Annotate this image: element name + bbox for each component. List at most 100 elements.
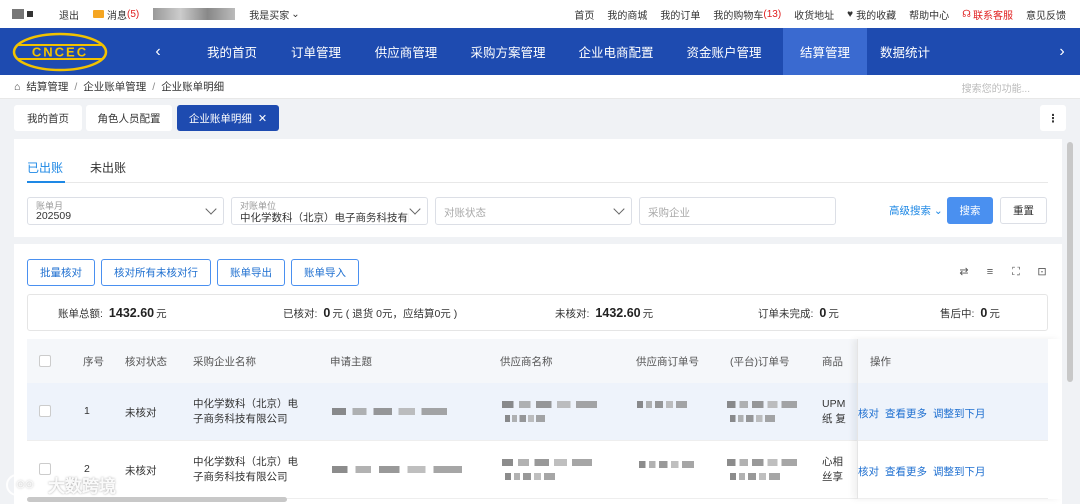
subtab-active-indicator — [27, 181, 65, 183]
nav-item-suppliers[interactable]: 供应商管理 — [361, 28, 451, 75]
home-icon[interactable]: ⌂ — [14, 81, 20, 93]
summary-aftersale-value: 0 — [980, 306, 988, 320]
close-icon[interactable]: ✕ — [258, 112, 267, 125]
summary-incomplete-unit: 元 — [828, 308, 839, 320]
feedback-link[interactable]: 意见反馈 — [1026, 7, 1066, 22]
mail-icon — [93, 10, 104, 18]
nav-item-settlement[interactable]: 结算管理 — [783, 28, 867, 75]
filter-panel: 已出账 未出账 账单月 202509 对账单位 中化学数科（北京）电子商务科技有… — [14, 139, 1062, 237]
row-status: 未核对 — [125, 407, 157, 419]
masked-company-name — [153, 8, 236, 20]
buyer-placeholder: 采购企业 — [648, 207, 690, 219]
summary-unchecked: 未核对: 1432.60 元 — [555, 306, 653, 321]
watermark: ◎◎ 大数跨境 — [6, 472, 116, 497]
advanced-search-link[interactable]: 高级搜索 ⌄ — [889, 203, 943, 218]
scrollbar-thumb[interactable] — [1067, 142, 1073, 382]
masked-platform-order — [727, 459, 797, 466]
function-search-input[interactable]: 搜索您的功能... — [962, 80, 1030, 95]
logout-link[interactable]: 退出 — [59, 7, 79, 22]
favorites-link[interactable]: ♥ 我的收藏 — [847, 7, 896, 22]
status-select[interactable]: 对账状态 — [435, 197, 632, 225]
breadcrumb-item[interactable]: 企业账单管理 — [83, 79, 146, 94]
breadcrumb-item[interactable]: 结算管理 — [26, 79, 68, 94]
tab-home[interactable]: 我的首页 — [14, 105, 82, 131]
actions-column: 核对 查看更多 调整到下月 核对 查看更多 调整到下月 — [857, 339, 1062, 499]
logo-text: CNCEC — [32, 45, 88, 60]
messages-link[interactable]: 消息 (5) — [93, 7, 139, 22]
subtab-unbilled[interactable]: 未出账 — [90, 159, 126, 176]
my-orders-link[interactable]: 我的订单 — [660, 7, 700, 22]
check-all-unchecked-button[interactable]: 核对所有未核对行 — [101, 259, 211, 286]
subtab-billed[interactable]: 已出账 — [27, 159, 63, 176]
messages-label: 消息 — [107, 10, 127, 22]
column-header-product: 商品 — [822, 356, 843, 368]
row-index: 1 — [84, 405, 90, 417]
row-checkbox[interactable] — [39, 405, 51, 417]
cncec-logo[interactable]: CNCEC — [12, 32, 108, 72]
density-icon[interactable]: ⇄ — [958, 266, 970, 278]
summary-total-unit: 元 — [156, 308, 167, 320]
headset-icon: ☊ — [962, 8, 971, 20]
buyer-input[interactable]: 采购企业 — [639, 197, 836, 225]
breadcrumb-separator: / — [152, 80, 156, 93]
tab-role-config[interactable]: 角色人员配置 — [86, 105, 172, 131]
column-header-buyer: 采购企业名称 — [193, 356, 256, 368]
export-bill-button[interactable]: 账单导出 — [217, 259, 285, 286]
bill-month-select[interactable]: 账单月 202509 — [27, 197, 224, 225]
import-bill-button[interactable]: 账单导入 — [291, 259, 359, 286]
chevron-down-icon — [613, 203, 625, 215]
support-link[interactable]: ☊ 联系客服 — [962, 7, 1013, 22]
move-next-month-link[interactable]: 调整到下月 — [933, 464, 986, 479]
summary-unchecked-unit: 元 — [642, 308, 654, 320]
buyer-role-dropdown[interactable]: 我是买家 ⌄ — [249, 7, 299, 22]
tab-bill-detail[interactable]: 企业账单明细 ✕ — [177, 105, 279, 131]
batch-check-button[interactable]: 批量核对 — [27, 259, 95, 286]
nav-item-orders[interactable]: 订单管理 — [278, 28, 354, 75]
summary-incomplete-value: 0 — [819, 306, 827, 320]
chevron-down-icon — [205, 203, 217, 215]
masked-subject — [332, 408, 447, 415]
horizontal-scrollbar[interactable] — [27, 497, 287, 502]
nav-item-statistics[interactable]: 数据统计 — [867, 28, 943, 75]
masked-platform-order — [727, 401, 797, 408]
more-options-icon[interactable]: ⋮ — [1040, 105, 1066, 131]
reset-button[interactable]: 重置 — [1000, 197, 1047, 224]
masked-supplier — [505, 473, 555, 480]
check-link[interactable]: 核对 — [858, 406, 879, 421]
column-settings-icon[interactable]: ≡ — [984, 266, 996, 278]
view-more-link[interactable]: 查看更多 — [885, 464, 927, 479]
unit-select[interactable]: 对账单位 中化学数科（北京）电子商务科技有限公司 — [231, 197, 428, 225]
nav-item-ecommerce[interactable]: 企业电商配置 — [566, 28, 666, 75]
check-link[interactable]: 核对 — [858, 464, 879, 479]
nav-item-procurement[interactable]: 采购方案管理 — [458, 28, 558, 75]
move-next-month-link[interactable]: 调整到下月 — [933, 406, 986, 421]
row-product: UPM 纸 复 — [822, 398, 846, 425]
support-label: 联系客服 — [973, 10, 1013, 22]
nav-item-funds[interactable]: 资金账户管理 — [674, 28, 774, 75]
column-header-supplier: 供应商名称 — [500, 356, 553, 368]
nav-prev-icon[interactable]: ‹ — [148, 28, 168, 75]
favorites-label: 我的收藏 — [856, 10, 897, 22]
select-all-checkbox[interactable] — [39, 355, 51, 367]
masked-supplier — [502, 459, 592, 466]
nav-item-home[interactable]: 我的首页 — [193, 28, 271, 75]
main-nav: CNCEC ‹ 我的首页 订单管理 供应商管理 采购方案管理 企业电商配置 资金… — [0, 28, 1080, 75]
lock-icon[interactable]: ⊡ — [1036, 266, 1048, 278]
cart-link[interactable]: 我的购物车 (13) — [713, 7, 781, 22]
help-link[interactable]: 帮助中心 — [909, 7, 949, 22]
home-link[interactable]: 首页 — [574, 7, 594, 22]
address-link[interactable]: 收货地址 — [794, 7, 834, 22]
my-mall-link[interactable]: 我的商城 — [607, 7, 647, 22]
masked-platform-order — [730, 473, 780, 480]
masked-supplier — [502, 401, 597, 408]
summary-total: 账单总额: 1432.60 元 — [58, 306, 167, 321]
search-button[interactable]: 搜索 — [947, 197, 993, 224]
user-avatar-icon — [12, 9, 24, 19]
cart-label: 我的购物车 — [713, 10, 764, 22]
summary-checked-value: 0 — [323, 306, 331, 320]
view-more-link[interactable]: 查看更多 — [885, 406, 927, 421]
vertical-scrollbar[interactable] — [1062, 136, 1080, 504]
nav-next-icon[interactable]: › — [1052, 28, 1072, 75]
breadcrumb: ⌂ 结算管理 / 企业账单管理 / 企业账单明细 搜索您的功能... — [0, 75, 1080, 99]
fullscreen-icon[interactable]: ⛶ — [1010, 266, 1022, 278]
